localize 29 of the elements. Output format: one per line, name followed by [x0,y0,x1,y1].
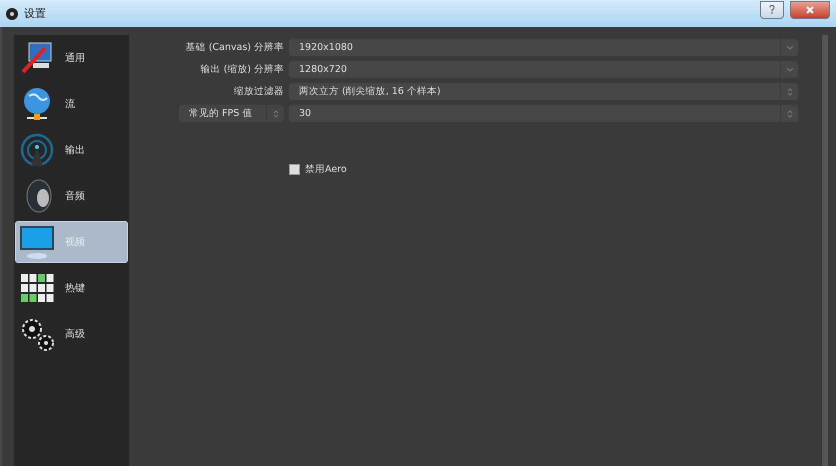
monitor-icon [19,224,55,260]
sidebar-item[interactable]: 音频 [15,175,128,217]
close-button[interactable] [790,0,830,18]
sidebar-item[interactable]: 热键 [15,267,128,309]
sidebar-item[interactable]: 流 [15,83,128,125]
chevron-down-icon [786,45,794,50]
field-label: 缩放过滤器 [234,85,284,98]
sidebar-item[interactable]: 输出 [15,129,128,171]
dropdown-field[interactable]: 1920x1080 [289,39,798,56]
antenna-icon [19,132,55,168]
spinner-arrows-icon [272,108,278,118]
help-button[interactable] [760,0,784,18]
help-icon [769,5,775,14]
spinner-arrows-icon [786,86,792,96]
gears-icon [19,316,55,352]
spinbox-field[interactable]: 30 [289,105,798,122]
spinner-arrows-icon [786,108,792,118]
app-logo-icon [6,8,18,20]
aero-checkbox[interactable]: 禁用Aero [289,163,798,176]
field-label: 基础 (Canvas) 分辨率 [186,41,284,54]
sidebar-item[interactable]: 高级 [15,313,128,355]
sidebar-item[interactable]: 通用 [15,37,128,79]
dropdown-field[interactable]: 1280x720 [289,61,798,78]
field-label: 输出 (缩放) 分辨率 [200,63,284,76]
spinbox-field[interactable]: 两次立方 (削尖缩放, 16 个样本) [289,83,798,100]
fps-type-spinbox[interactable]: 常见的 FPS 值 [179,105,284,122]
window-title: 设置 [24,6,46,21]
close-icon [806,6,814,14]
chevron-down-icon [786,67,794,72]
